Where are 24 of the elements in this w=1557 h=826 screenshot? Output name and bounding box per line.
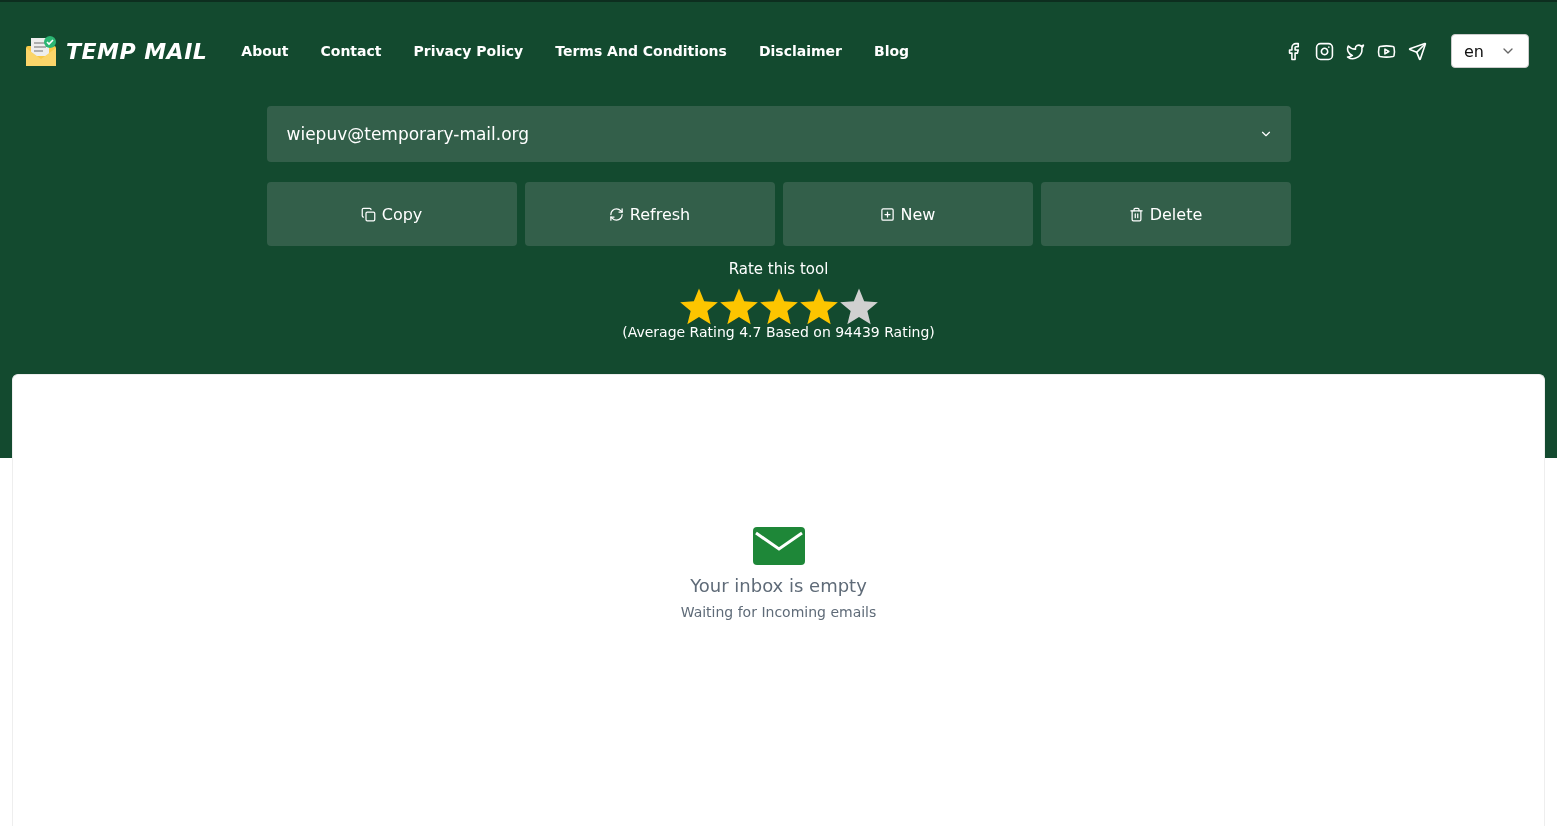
refresh-button[interactable]: Refresh: [524, 182, 775, 246]
nav-link[interactable]: Blog: [874, 43, 910, 59]
delete-icon: [1128, 206, 1144, 222]
envelope-icon: [752, 527, 805, 565]
envelope-logo-icon: [24, 34, 58, 68]
nav-link[interactable]: Privacy Policy: [413, 43, 524, 59]
nav-link[interactable]: Terms And Conditions: [555, 43, 727, 59]
nav-link[interactable]: Contact: [320, 43, 382, 59]
instagram-icon[interactable]: [1315, 41, 1334, 61]
twitter-icon[interactable]: [1346, 41, 1365, 61]
delete-button[interactable]: Delete: [1040, 182, 1291, 246]
rating-summary: (Average Rating 4.7 Based on 94439 Rating): [622, 324, 935, 340]
copy-button[interactable]: Copy: [266, 182, 517, 246]
inbox-empty-title: Your inbox is empty: [690, 575, 867, 596]
new-button[interactable]: New: [782, 182, 1033, 246]
nav-link[interactable]: About: [241, 43, 289, 59]
language-select[interactable]: en: [1451, 34, 1529, 68]
nav-link[interactable]: Disclaimer: [758, 43, 842, 59]
rating-title: Rate this tool: [728, 260, 829, 278]
logo-text[interactable]: TEMP MAIL: [66, 38, 208, 64]
inbox-empty-subtitle: Waiting for Incoming emails: [680, 604, 877, 620]
refresh-icon: [608, 206, 624, 222]
email-select[interactable]: wiepuv@temporary-mail.org: [266, 106, 1291, 162]
copy-icon: [360, 206, 376, 222]
